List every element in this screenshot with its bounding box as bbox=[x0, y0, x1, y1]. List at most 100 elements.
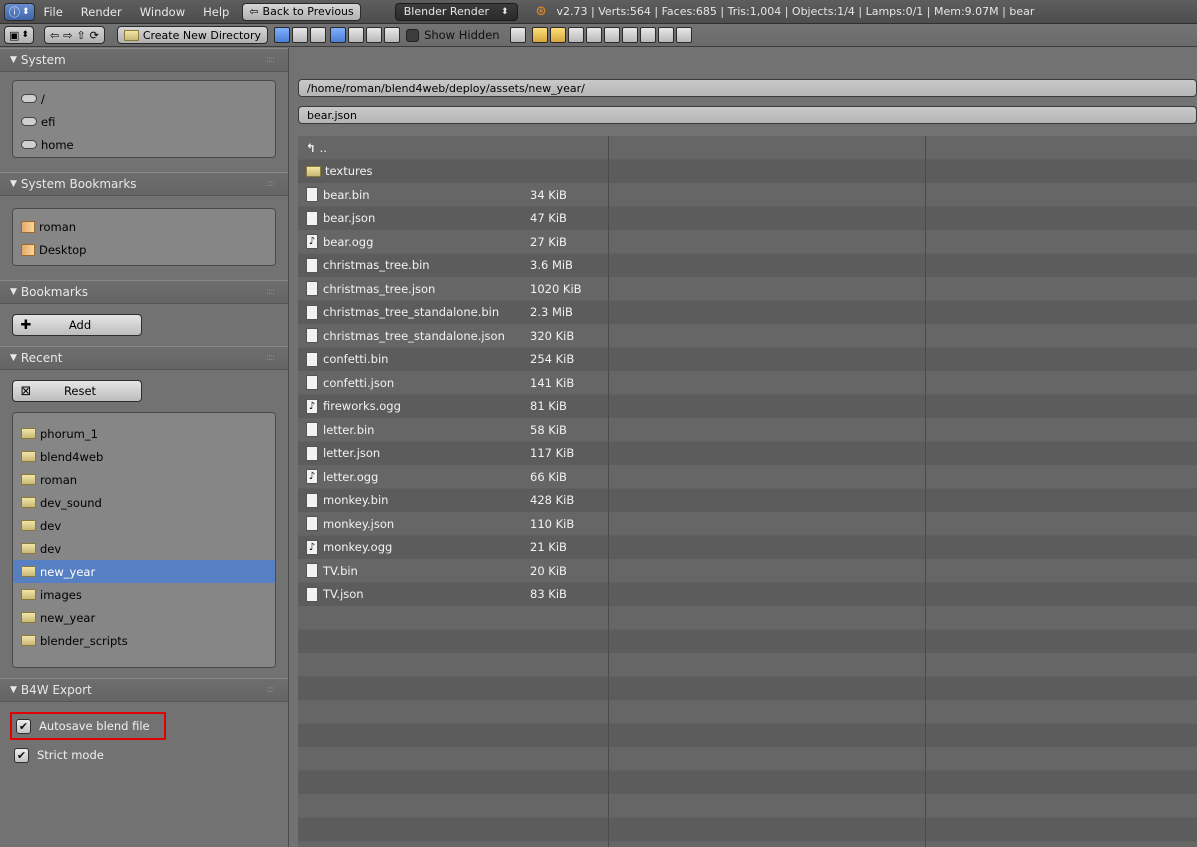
file-icon bbox=[306, 375, 318, 391]
sort-extension-icon[interactable] bbox=[348, 27, 365, 43]
file-row[interactable]: ♪ monkey.ogg 21 KiB bbox=[298, 536, 1197, 560]
show-hidden-toggle[interactable]: Show Hidden bbox=[406, 28, 500, 42]
bookmark-item[interactable]: roman bbox=[13, 215, 275, 238]
sound-file-icon: ♪ bbox=[306, 398, 318, 414]
reset-recent-label: Reset bbox=[63, 384, 97, 398]
recent-item[interactable]: images bbox=[13, 583, 275, 606]
recent-item[interactable]: dev bbox=[13, 537, 275, 560]
file-row[interactable]: monkey.json 110 KiB bbox=[298, 512, 1197, 536]
autosave-blend-checkbox-row[interactable]: ✔ Autosave blend file bbox=[10, 712, 166, 740]
menu-help[interactable]: Help bbox=[203, 5, 229, 19]
panel-grip-icon[interactable]: :::: bbox=[266, 685, 275, 695]
drive-icon bbox=[21, 94, 37, 103]
menu-window[interactable]: Window bbox=[140, 5, 185, 19]
strict-mode-checkbox[interactable]: ✔ bbox=[14, 747, 29, 763]
file-name: confetti.json bbox=[323, 375, 395, 390]
bookmark-item-label: Desktop bbox=[39, 242, 87, 257]
system-bookmarks-panel-header[interactable]: ▼ System Bookmarks :::: bbox=[0, 172, 288, 196]
create-directory-button[interactable]: Create New Directory bbox=[116, 26, 269, 44]
file-row[interactable]: christmas_tree_standalone.bin 2.3 MiB bbox=[298, 301, 1197, 325]
sort-size-icon[interactable] bbox=[384, 27, 401, 43]
filter-font-icon[interactable] bbox=[639, 27, 656, 43]
display-long-list-icon[interactable] bbox=[292, 27, 309, 43]
render-engine-select[interactable]: Blender Render ⬍ bbox=[394, 2, 518, 21]
recent-item[interactable]: blender_scripts bbox=[13, 629, 275, 652]
file-browser-toolbar: ▣ ⬍ ⇦ ⇨ ⇧ ⟳ Create New Directory Show Hid… bbox=[0, 24, 1197, 47]
file-row[interactable]: christmas_tree.bin 3.6 MiB bbox=[298, 254, 1197, 278]
directory-path-field[interactable]: /home/roman/blend4web/deploy/assets/new_… bbox=[298, 79, 1197, 97]
recent-item[interactable]: dev_sound bbox=[13, 491, 275, 514]
panel-grip-icon[interactable]: :::: bbox=[266, 287, 275, 297]
parent-dir-icon[interactable]: ⇧ bbox=[76, 29, 85, 42]
display-thumbnails-icon[interactable] bbox=[310, 27, 327, 43]
back-icon[interactable]: ⇦ bbox=[50, 29, 59, 42]
filter-backup-icon[interactable] bbox=[567, 27, 584, 43]
filter-text-icon[interactable] bbox=[675, 27, 692, 43]
bookmark-folder-icon bbox=[21, 243, 35, 256]
file-row[interactable]: bear.json 47 KiB bbox=[298, 207, 1197, 231]
file-row[interactable]: confetti.json 141 KiB bbox=[298, 371, 1197, 395]
menu-file[interactable]: File bbox=[44, 5, 63, 19]
panel-grip-icon[interactable]: :::: bbox=[266, 179, 275, 189]
back-to-previous-button[interactable]: ⇦ Back to Previous bbox=[242, 2, 361, 21]
file-size: 81 KiB bbox=[530, 399, 567, 414]
file-row[interactable]: letter.json 117 KiB bbox=[298, 442, 1197, 466]
filter-icon[interactable] bbox=[509, 27, 526, 43]
filename-field[interactable]: bear.json bbox=[298, 106, 1197, 124]
recent-item[interactable]: blend4web bbox=[13, 445, 275, 468]
bookmarks-panel-header[interactable]: ▼ Bookmarks :::: bbox=[0, 280, 288, 304]
file-row[interactable]: monkey.bin 428 KiB bbox=[298, 489, 1197, 513]
recent-item[interactable]: phorum_1 bbox=[13, 422, 275, 445]
recent-item[interactable]: roman bbox=[13, 468, 275, 491]
filter-blend-icon[interactable] bbox=[549, 27, 566, 43]
file-row[interactable]: ♪ fireworks.ogg 81 KiB bbox=[298, 395, 1197, 419]
system-panel-header[interactable]: ▼ System :::: bbox=[0, 48, 288, 72]
show-hidden-checkbox[interactable] bbox=[406, 28, 420, 42]
panel-grip-icon[interactable]: :::: bbox=[266, 55, 275, 65]
reset-recent-button[interactable]: ⊠ Reset bbox=[12, 380, 142, 402]
autosave-checkbox[interactable]: ✔ bbox=[16, 718, 31, 734]
folder-row[interactable]: textures bbox=[298, 160, 1197, 184]
recent-item[interactable]: dev bbox=[13, 514, 275, 537]
filter-script-icon[interactable] bbox=[621, 27, 638, 43]
editor-type-button[interactable]: ▣ ⬍ bbox=[4, 26, 34, 44]
b4w-export-panel-header[interactable]: ▼ B4W Export :::: bbox=[0, 678, 288, 702]
nav-buttons: ⇦ ⇨ ⇧ ⟳ bbox=[43, 26, 105, 44]
filter-sound-icon[interactable] bbox=[657, 27, 674, 43]
system-item[interactable]: / bbox=[13, 87, 275, 110]
file-row[interactable]: bear.bin 34 KiB bbox=[298, 183, 1197, 207]
file-row[interactable]: christmas_tree.json 1020 KiB bbox=[298, 277, 1197, 301]
bookmark-item[interactable]: Desktop bbox=[13, 238, 275, 261]
strict-mode-checkbox-row[interactable]: ✔ Strict mode bbox=[0, 740, 288, 770]
filter-folders-icon[interactable] bbox=[531, 27, 548, 43]
system-item[interactable]: home bbox=[13, 133, 275, 156]
info-editor-button[interactable]: ⓘ ⬍ bbox=[4, 2, 35, 21]
file-row[interactable]: ♪ bear.ogg 27 KiB bbox=[298, 230, 1197, 254]
file-row[interactable]: TV.bin 20 KiB bbox=[298, 559, 1197, 583]
system-item[interactable]: efi bbox=[13, 110, 275, 133]
file-row[interactable]: letter.bin 58 KiB bbox=[298, 418, 1197, 442]
recent-panel-header[interactable]: ▼ Recent :::: bbox=[0, 346, 288, 370]
file-row[interactable]: TV.json 83 KiB bbox=[298, 583, 1197, 607]
sort-time-icon[interactable] bbox=[366, 27, 383, 43]
file-name: letter.json bbox=[323, 446, 381, 461]
filter-image-icon[interactable] bbox=[585, 27, 602, 43]
parent-directory-row[interactable]: ↰.. bbox=[298, 136, 1197, 160]
file-icon bbox=[306, 422, 318, 438]
file-row[interactable]: confetti.bin 254 KiB bbox=[298, 348, 1197, 372]
menu-render[interactable]: Render bbox=[81, 5, 122, 19]
forward-icon[interactable]: ⇨ bbox=[63, 29, 72, 42]
filter-movie-icon[interactable] bbox=[603, 27, 620, 43]
file-row[interactable]: christmas_tree_standalone.json 320 KiB bbox=[298, 324, 1197, 348]
refresh-icon[interactable]: ⟳ bbox=[90, 29, 99, 42]
bookmark-folder-icon bbox=[21, 220, 35, 233]
file-name: christmas_tree_standalone.bin bbox=[323, 305, 500, 320]
system-bookmarks-list: roman Desktop bbox=[12, 208, 276, 266]
recent-item-selected[interactable]: new_year bbox=[13, 560, 275, 583]
add-bookmark-button[interactable]: ✚ Add bbox=[12, 314, 142, 336]
panel-grip-icon[interactable]: :::: bbox=[266, 353, 275, 363]
file-row[interactable]: ♪ letter.ogg 66 KiB bbox=[298, 465, 1197, 489]
sort-alpha-icon[interactable] bbox=[330, 27, 347, 43]
display-short-list-icon[interactable] bbox=[274, 27, 291, 43]
recent-item[interactable]: new_year bbox=[13, 606, 275, 629]
